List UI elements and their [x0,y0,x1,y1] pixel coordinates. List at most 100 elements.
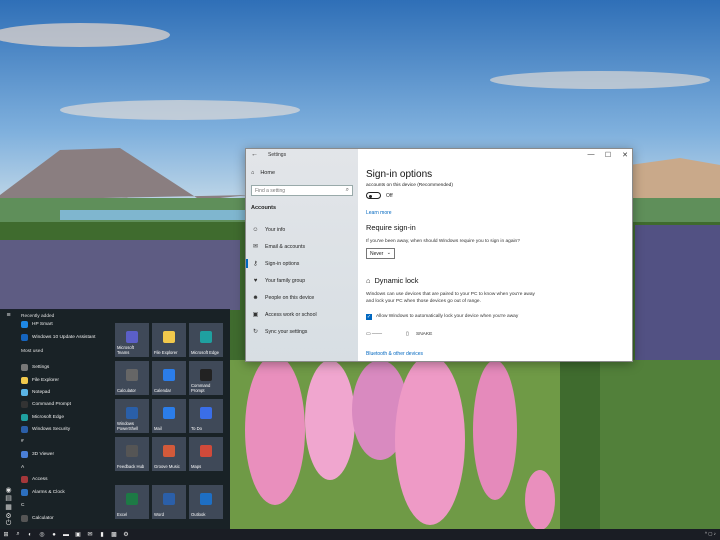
app-icon [21,476,28,483]
app-list-item[interactable]: Notepad [21,387,50,398]
chrome-icon[interactable]: ◎ [36,529,48,540]
mail-icon[interactable]: ✉ [84,529,96,540]
start-tile[interactable]: Calculator [115,361,149,395]
bluetooth-link[interactable]: Bluetooth & other devices [366,351,423,357]
hamburger-menu-icon[interactable]: ≡ [6,312,10,321]
settings-icon[interactable]: ⚙ [120,529,132,540]
tile-label: To Do [191,426,202,431]
tile-label: Command Prompt [191,383,211,393]
photos-icon[interactable]: ▩ [108,529,120,540]
app-list-item[interactable]: Access [21,474,47,485]
start-tile[interactable]: Microsoft Edge [189,323,223,357]
app-list-item[interactable]: Settings [21,362,49,373]
tray-icons: ^ ▢ ♪ [704,531,716,536]
dropdown-value: Never [370,251,384,257]
app-list-item[interactable]: File Explorer [21,375,59,386]
require-signin-dropdown[interactable]: Never ⌄ [366,248,395,259]
app-list-item[interactable]: Calculator [21,513,54,524]
app-list-item[interactable]: Microsoft Edge [21,412,64,423]
app-list-item[interactable]: Command Prompt [21,399,71,410]
start-tile[interactable]: Groove Music [152,437,186,471]
start-tile[interactable]: Windows PowerShell [115,399,149,433]
app-label: Windows Security [32,427,71,432]
start-tile[interactable]: Command Prompt [189,361,223,395]
tile-icon [126,493,138,505]
firefox-icon[interactable]: ● [48,529,60,540]
nav-item-label: Your family group [265,277,306,284]
system-tray: ^ ▢ ♪ [705,531,716,537]
start-tile[interactable]: File Explorer [152,323,186,357]
nav-item-0[interactable]: ☺ Your info [246,221,358,238]
start-tile[interactable]: Word [152,485,186,519]
settings-window: ← Settings ⌂ Home Find a setting ⌕ Accou… [245,148,633,362]
tile-icon [163,493,175,505]
tile-label: Groove Music [154,464,180,469]
app-list-item: # [21,436,24,447]
search-input[interactable]: Find a setting ⌕ [251,185,353,196]
toggle-state-label: Off [386,193,393,199]
start-tile[interactable]: Mail [152,399,186,433]
tile-icon [163,369,175,381]
app-list-item: A [21,462,24,473]
key-icon: ⚷ [253,261,258,267]
pictures-icon[interactable]: ▦ [5,503,12,512]
nav-item-3[interactable]: ♥ Your family group [246,272,358,289]
learn-more-link[interactable]: Learn more [366,210,392,216]
app-label: 3D Viewer [32,452,55,457]
start-tile[interactable]: Excel [115,485,149,519]
app-list-item[interactable]: Windows 10 Update Assistant [21,332,95,343]
search-placeholder: Find a setting [255,188,286,194]
windows-icon[interactable]: ⊞ [0,529,12,540]
app-icon [21,489,28,496]
folder-icon[interactable]: ▬ [60,529,72,540]
start-tile[interactable]: Maps [189,437,223,471]
app-list-item[interactable]: Windows Security [21,424,70,435]
app-list-item[interactable]: Alarms & Clock [21,487,65,498]
nav-item-2[interactable]: ⚷ Sign-in options [246,255,358,272]
dynamic-lock-checkbox[interactable]: ✓ [366,314,372,320]
documents-icon[interactable]: ▤ [5,494,12,503]
nav-item-5[interactable]: ▣ Access work or school [246,306,358,323]
start-tile[interactable]: Microsoft Teams [115,323,149,357]
back-arrow-icon[interactable]: ← [251,151,258,158]
start-tile[interactable]: To Do [189,399,223,433]
edge-icon[interactable]: ◐ [24,529,36,540]
phone-icon: ▯ [406,332,409,337]
nav-item-6[interactable]: ↻ Sync your settings [246,323,358,340]
store-icon[interactable]: ▣ [72,529,84,540]
power-icon[interactable]: ⏻ [6,520,12,529]
toggle-switch[interactable] [366,192,381,199]
nav-item-label: People on this device [265,294,315,301]
terminal-icon[interactable]: ▮ [96,529,108,540]
app-label: Notepad [32,390,51,395]
dynamic-lock-heading-row: ⌂ Dynamic lock [366,276,418,285]
chevron-down-icon: ⌄ [386,250,391,256]
start-tile[interactable]: Calendar [152,361,186,395]
app-list-item[interactable]: 3D Viewer [21,449,54,460]
tile-label: Microsoft Edge [191,350,219,355]
people-icon: ☻ [252,294,259,301]
app-label: Calculator [32,516,54,521]
app-list-item[interactable]: HP Smart [21,319,53,330]
tile-label: Maps [191,464,202,469]
nav-item-1[interactable]: ✉ Email & accounts [246,238,358,255]
nav-item-label: Sign-in options [265,260,300,267]
start-tile[interactable]: Feedback Hub [115,437,149,471]
search-icon[interactable]: ⌕ [12,529,24,540]
title-bar: ← Settings [246,149,358,161]
nav-item-4[interactable]: ☻ People on this device [246,289,358,306]
dynamic-lock-heading: Dynamic lock [374,276,419,285]
laptop-icon: ▭ ─── [366,332,383,337]
tile-label: File Explorer [154,350,178,355]
app-icon [21,515,28,522]
app-list-item: C [21,500,24,511]
nav-home[interactable]: ⌂ Home [251,170,275,176]
app-label: A [21,465,25,470]
start-tile[interactable]: Outlook [189,485,223,519]
nav-item-label: Access work or school [265,311,317,318]
user-icon[interactable]: ◉ [5,486,11,495]
dynamic-lock-icon: ⌂ [366,276,371,285]
app-label: C [21,503,25,508]
app-icon [21,334,28,341]
tile-icon [126,331,138,343]
